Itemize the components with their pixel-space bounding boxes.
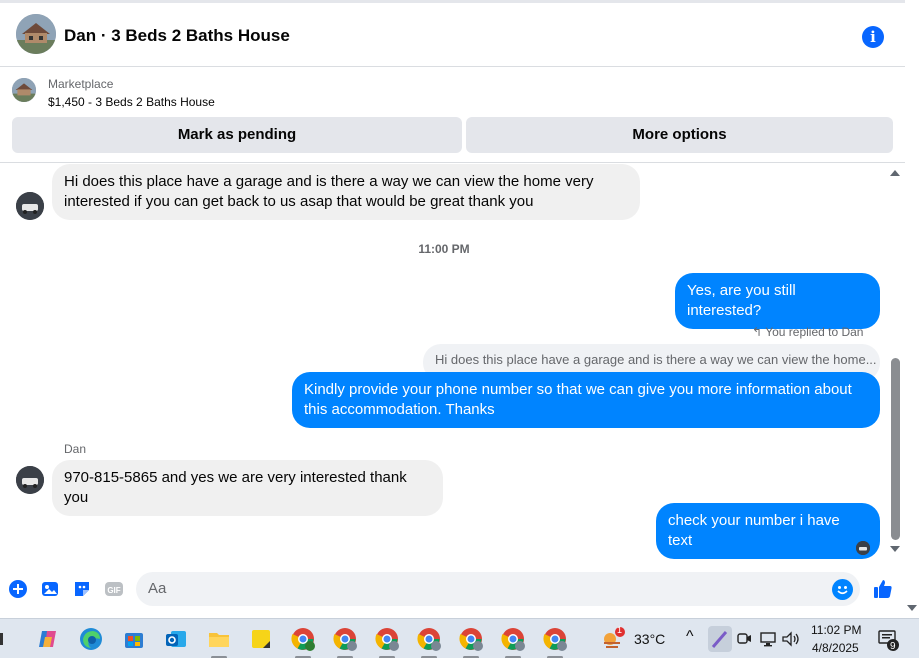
dan-avatar[interactable] (16, 192, 44, 220)
notification-count-badge: 9 (890, 641, 896, 652)
meet-now-icon[interactable] (736, 629, 752, 649)
reply-indicator: ↰ You replied to Dan (752, 325, 863, 339)
message-thread: Hi does this place have a garage and is … (0, 164, 888, 564)
listing-price-title[interactable]: $1,450 - 3 Beds 2 Baths House (48, 95, 215, 109)
copilot-icon[interactable] (36, 627, 60, 651)
file-explorer-icon[interactable] (207, 627, 231, 651)
sender-name: Dan (64, 442, 87, 456)
task-view-icon[interactable] (0, 627, 8, 651)
chat-header: Dan · 3 Beds 2 Baths House i (0, 0, 905, 67)
pen-menu-icon[interactable] (708, 626, 732, 652)
reply-label-text: You replied to Dan (765, 325, 864, 339)
scroll-down-arrow-icon[interactable] (890, 546, 900, 552)
mark-as-pending-button[interactable]: Mark as pending (12, 117, 462, 153)
message-input-placeholder: Aa (148, 580, 167, 597)
volume-icon[interactable] (781, 629, 801, 649)
outgoing-message[interactable]: Yes, are you still interested? (675, 273, 880, 329)
chevron-up-icon[interactable]: ^ (686, 628, 694, 646)
listing-thumbnail[interactable] (12, 78, 36, 102)
gif-icon[interactable]: GIF (104, 579, 124, 599)
dan-avatar[interactable] (16, 466, 44, 494)
message-input[interactable]: Aa (136, 572, 860, 606)
outgoing-message[interactable]: check your number i have text (656, 503, 880, 559)
weather-alert-badge: 1 (617, 625, 623, 635)
clock-date[interactable]: 4/8/2025 (812, 641, 859, 655)
info-icon[interactable]: i (862, 26, 884, 48)
chrome-profile-icon[interactable] (291, 627, 315, 651)
chrome-profile-icon[interactable] (333, 627, 357, 651)
messenger-window: Dan · 3 Beds 2 Baths House i Marketplace… (0, 0, 919, 658)
chrome-profile-icon[interactable] (543, 627, 567, 651)
scroll-thumb[interactable] (891, 358, 900, 540)
microsoft-store-icon[interactable] (122, 627, 146, 651)
window-scroll-down-icon[interactable] (907, 605, 917, 611)
sticker-icon[interactable] (72, 579, 92, 599)
more-options-button[interactable]: More options (466, 117, 893, 153)
outlook-icon[interactable] (164, 627, 188, 651)
thumbs-up-icon[interactable] (872, 578, 894, 600)
thread-scrollbar[interactable] (888, 164, 904, 559)
windows-taskbar: 1 33°C ^ 11:02 PM 4/8/2025 9 (0, 618, 919, 658)
message-composer: GIF Aa (0, 568, 905, 610)
plus-icon[interactable] (8, 579, 28, 599)
weather-temperature[interactable]: 33°C (634, 631, 665, 647)
chrome-profile-icon[interactable] (417, 627, 441, 651)
scroll-up-arrow-icon[interactable] (890, 170, 900, 176)
chrome-profile-icon[interactable] (501, 627, 525, 651)
chrome-profile-icon[interactable] (459, 627, 483, 651)
edge-browser-icon[interactable] (79, 627, 103, 651)
listing-source: Marketplace (48, 77, 114, 91)
chat-title[interactable]: Dan · 3 Beds 2 Baths House (64, 26, 290, 46)
incoming-message[interactable]: Hi does this place have a garage and is … (52, 164, 640, 220)
message-timestamp: 11:00 PM (418, 242, 470, 256)
network-icon[interactable] (759, 629, 777, 649)
listing-avatar[interactable] (16, 14, 56, 54)
photo-icon[interactable] (40, 579, 60, 599)
seen-indicator-avatar (856, 541, 870, 555)
notification-icon[interactable] (878, 629, 900, 651)
marketplace-listing: Marketplace $1,450 - 3 Beds 2 Baths Hous… (0, 67, 905, 163)
emoji-icon[interactable] (832, 579, 853, 600)
outgoing-message[interactable]: Kindly provide your phone number so that… (292, 372, 880, 428)
svg-text:GIF: GIF (107, 586, 120, 595)
incoming-message[interactable]: 970-815-5865 and yes we are very interes… (52, 460, 443, 516)
reply-arrow-icon: ↰ (752, 325, 763, 339)
clock-time[interactable]: 11:02 PM (811, 623, 861, 637)
sticky-notes-icon[interactable] (249, 627, 273, 651)
chrome-profile-icon[interactable] (375, 627, 399, 651)
